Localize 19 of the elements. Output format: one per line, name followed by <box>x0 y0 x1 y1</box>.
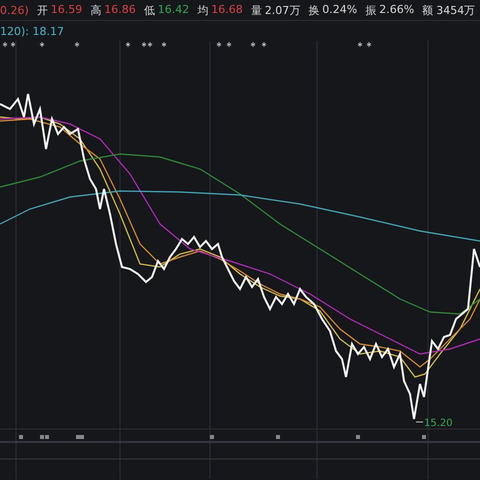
quote-value: 16.42 <box>158 2 190 18</box>
quote-label: 低 <box>144 2 155 18</box>
quote-value: 2.66% <box>379 2 414 18</box>
quote-value: 16.59 <box>50 2 82 18</box>
quote-label: 振 <box>365 2 376 18</box>
low-price-label: 15.20 <box>424 418 453 429</box>
quote-value: 3454万 <box>436 2 476 18</box>
quote-value: 2.07万 <box>264 2 300 18</box>
quote-label: 均 <box>197 2 208 18</box>
quote-value: 0.24% <box>322 2 358 18</box>
quote-label: 额 <box>422 2 434 18</box>
quote-value: 16.68 <box>211 2 243 18</box>
quote-label: 高 <box>90 2 102 18</box>
moving-average-value: 120): 18.17 <box>0 24 64 38</box>
quote-label: 量 <box>250 2 262 18</box>
quote-value: 0.26) <box>0 4 29 16</box>
quote-value: 16.86 <box>104 2 136 18</box>
quote-label: 开 <box>36 2 48 18</box>
quote-label: 换 <box>308 2 320 18</box>
